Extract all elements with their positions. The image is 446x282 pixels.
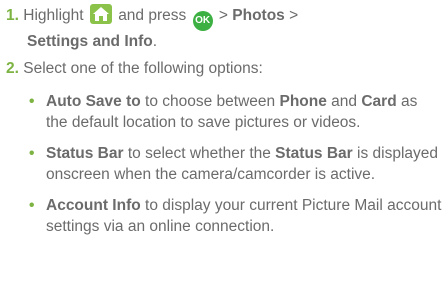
status-bar-term-2: Status Bar [275,145,353,162]
bullet-icon: • [29,145,35,162]
step-1: 1. Highlight and press OK > Photos > Set… [6,4,442,52]
home-icon [89,4,112,24]
step-1-period: . [152,33,158,50]
phone-term: Phone [279,93,327,110]
step-2-text: Select one of the following options: [23,60,263,77]
auto-save-text-2: and [326,93,362,110]
auto-save-term: Auto Save to [46,93,141,110]
photos-label: Photos [232,7,285,24]
step-2-number: 2. [6,60,19,77]
list-item-account-info: • Account Info to display your current Pi… [29,195,442,237]
bullet-icon: • [29,93,35,110]
list-item-status-bar: • Status Bar to select whether the Status… [29,143,442,185]
card-term: Card [361,93,397,110]
bullet-icon: • [29,197,35,214]
step-2: 2. Select one of the following options: [6,58,442,79]
instruction-page: 1. Highlight and press OK > Photos > Set… [0,0,446,282]
step-1-highlight-text: Highlight [23,7,84,24]
account-info-term: Account Info [46,197,141,214]
step-1-number: 1. [6,7,19,24]
settings-and-info-label: Settings and Info [27,33,153,50]
separator-1: > [218,7,228,24]
ok-icon: OK [192,11,213,31]
list-item-auto-save: • Auto Save to to choose between Phone an… [29,91,442,133]
step-1-press-text: and press [118,7,187,24]
status-bar-term: Status Bar [46,145,124,162]
step-1-line-1: 1. Highlight and press OK > Photos > [6,4,442,31]
separator-2: > [289,7,299,24]
status-bar-text-1: to select whether the [123,145,276,162]
step-1-line-2: Settings and Info. [6,31,442,52]
auto-save-text-1: to choose between [140,93,280,110]
options-list: • Auto Save to to choose between Phone an… [29,91,442,247]
